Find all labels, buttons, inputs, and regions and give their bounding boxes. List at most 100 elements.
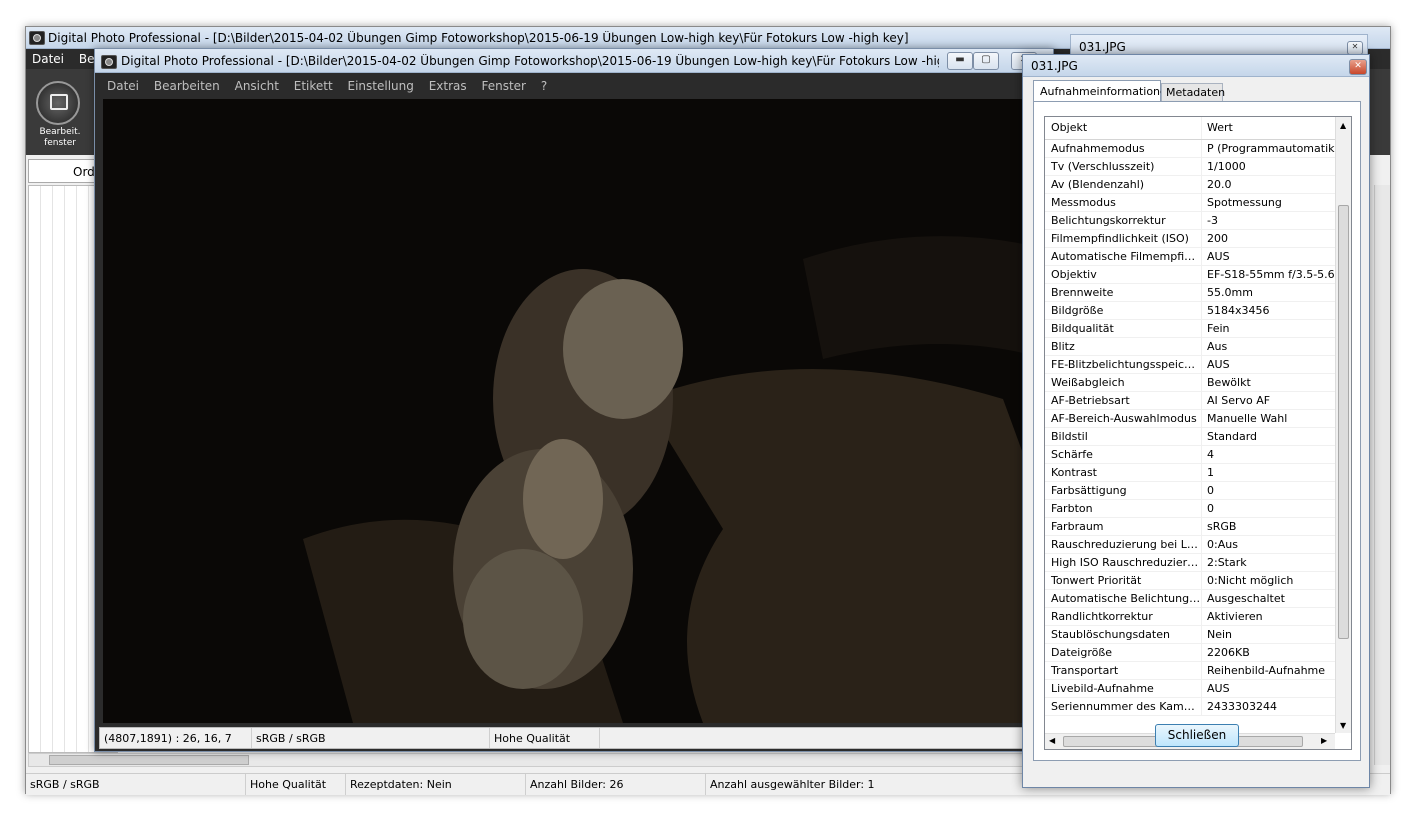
info-grid-header: Objekt Wert: [1045, 117, 1351, 140]
info-row-wert: 200: [1207, 232, 1228, 245]
back-dialog-close-button[interactable]: ✕: [1347, 41, 1363, 55]
info-row[interactable]: Kontrast 1: [1045, 464, 1351, 482]
info-row[interactable]: FE-Blitzbelichtungsspeicher... AUS: [1045, 356, 1351, 374]
info-row[interactable]: Dateigröße 2206KB: [1045, 644, 1351, 662]
scroll-down-arrow-icon[interactable]: ▼: [1340, 721, 1346, 730]
info-row[interactable]: Tv (Verschlusszeit) 1/1000: [1045, 158, 1351, 176]
main-status-selected: Anzahl ausgewählter Bilder: 1: [710, 778, 875, 791]
main-menu-datei[interactable]: Datei: [32, 52, 64, 66]
edit-menu-bearbeiten[interactable]: Bearbeiten: [154, 79, 220, 93]
tab-metadaten[interactable]: Metadaten: [1161, 83, 1226, 102]
info-row-objekt: AF-Betriebsart: [1045, 392, 1202, 409]
column-header-wert[interactable]: Wert: [1202, 117, 1347, 139]
info-row-wert: Reihenbild-Aufnahme: [1207, 664, 1326, 677]
info-row[interactable]: Farbton 0: [1045, 500, 1351, 518]
main-hscroll-thumb[interactable]: [49, 755, 249, 765]
info-row[interactable]: Blitz Aus: [1045, 338, 1351, 356]
minimize-button[interactable]: ▬: [947, 52, 973, 70]
info-row[interactable]: Bildgröße 5184x3456: [1045, 302, 1351, 320]
column-header-objekt[interactable]: Objekt: [1045, 117, 1202, 139]
info-dialog-close-button[interactable]: ✕: [1349, 59, 1367, 75]
info-row[interactable]: Bildqualität Fein: [1045, 320, 1351, 338]
info-vscroll-thumb[interactable]: [1338, 205, 1349, 639]
info-row-objekt: Aufnahmemodus: [1045, 140, 1202, 157]
info-row-objekt: Objektiv: [1045, 266, 1202, 283]
tab-metadaten-label: Metadaten: [1166, 86, 1226, 99]
info-row[interactable]: Seriennummer des Kamera... 2433303244: [1045, 698, 1351, 716]
info-row-wert: 20.0: [1207, 178, 1232, 191]
photo-canvas[interactable]: [103, 99, 1047, 723]
info-row-wert: 4: [1207, 448, 1214, 461]
info-row[interactable]: Objektiv EF-S18-55mm f/3.5-5.6 IS II: [1045, 266, 1351, 284]
info-row-objekt: Livebild-Aufnahme: [1045, 680, 1202, 697]
info-row-objekt: AF-Bereich-Auswahlmodus: [1045, 410, 1202, 427]
info-row-objekt: Weißabgleich: [1045, 374, 1202, 391]
tab-aufnahmeinformationen-label: Aufnahmeinformationen: [1040, 85, 1174, 98]
info-row[interactable]: Schärfe 4: [1045, 446, 1351, 464]
info-row[interactable]: Aufnahmemodus P (Programmautomatik): [1045, 140, 1351, 158]
scroll-up-arrow-icon[interactable]: ▲: [1340, 121, 1346, 130]
edit-menu-help[interactable]: ?: [541, 79, 547, 93]
maximize-button[interactable]: ▢: [973, 52, 999, 70]
info-row[interactable]: Livebild-Aufnahme AUS: [1045, 680, 1351, 698]
info-row[interactable]: Weißabgleich Bewölkt: [1045, 374, 1351, 392]
edit-menu-ansicht[interactable]: Ansicht: [235, 79, 279, 93]
edit-menu-datei[interactable]: Datei: [107, 79, 139, 93]
back-dialog-title: 031.JPG: [1079, 40, 1126, 54]
main-right-scrollbar[interactable]: [1374, 185, 1390, 765]
info-row-wert: Ausgeschaltet: [1207, 592, 1285, 605]
edit-window-tool-button[interactable]: [36, 81, 80, 125]
info-row-objekt: Automatische Belichtungso...: [1045, 590, 1202, 607]
info-row-objekt: Seriennummer des Kamera...: [1045, 698, 1202, 715]
info-row[interactable]: Automatische Filmempfindli... AUS: [1045, 248, 1351, 266]
info-row-objekt: Av (Blendenzahl): [1045, 176, 1202, 193]
info-row[interactable]: Automatische Belichtungso... Ausgeschalte…: [1045, 590, 1351, 608]
schliessen-button[interactable]: Schließen: [1155, 724, 1239, 747]
edit-menu-einstellung[interactable]: Einstellung: [348, 79, 414, 93]
scroll-left-arrow-icon[interactable]: ◀: [1049, 736, 1055, 745]
app-icon: [29, 31, 45, 45]
info-row-wert: AI Servo AF: [1207, 394, 1271, 407]
info-row[interactable]: Rauschreduzierung bei Lan... 0:Aus: [1045, 536, 1351, 554]
info-row-objekt: Dateigröße: [1045, 644, 1202, 661]
info-row[interactable]: Brennweite 55.0mm: [1045, 284, 1351, 302]
info-row[interactable]: Tonwert Priorität 0:Nicht möglich: [1045, 572, 1351, 590]
info-row-objekt: Blitz: [1045, 338, 1202, 355]
schliessen-button-label: Schließen: [1167, 728, 1227, 742]
edit-menu-fenster[interactable]: Fenster: [481, 79, 526, 93]
info-row[interactable]: Staublöschungsdaten Nein: [1045, 626, 1351, 644]
info-row[interactable]: AF-Betriebsart AI Servo AF: [1045, 392, 1351, 410]
info-grid: Objekt Wert Aufnahmemodus P (Programmauto…: [1044, 116, 1352, 750]
info-row-wert: Aktivieren: [1207, 610, 1263, 623]
info-row-wert: Aus: [1207, 340, 1228, 353]
info-row[interactable]: Randlichtkorrektur Aktivieren: [1045, 608, 1351, 626]
info-row[interactable]: Filmempfindlichkeit (ISO) 200: [1045, 230, 1351, 248]
info-row[interactable]: Farbraum sRGB: [1045, 518, 1351, 536]
edit-icon: [50, 94, 68, 110]
info-row-objekt: Tv (Verschlusszeit): [1045, 158, 1202, 175]
scroll-right-arrow-icon[interactable]: ▶: [1321, 736, 1327, 745]
tab-aufnahmeinformationen[interactable]: Aufnahmeinformationen: [1033, 80, 1174, 102]
edit-menu-etikett[interactable]: Etikett: [294, 79, 333, 93]
info-row[interactable]: High ISO Rauschreduzierung 2:Stark: [1045, 554, 1351, 572]
info-row[interactable]: Av (Blendenzahl) 20.0: [1045, 176, 1351, 194]
info-row[interactable]: Bildstil Standard: [1045, 428, 1351, 446]
info-grid-vscrollbar[interactable]: ▲ ▼: [1335, 117, 1351, 733]
info-row[interactable]: Farbsättigung 0: [1045, 482, 1351, 500]
info-dialog: 031.JPG ✕ Aufnahmeinformationen Metadate…: [1022, 54, 1370, 788]
edit-menubar: Datei Bearbeiten Ansicht Etikett Einstel…: [95, 73, 1053, 97]
info-row[interactable]: Belichtungskorrektur -3: [1045, 212, 1351, 230]
info-row-wert: P (Programmautomatik): [1207, 142, 1339, 155]
main-status-count: Anzahl Bilder: 26: [526, 774, 706, 795]
info-row-wert: 1: [1207, 466, 1214, 479]
info-row[interactable]: AF-Bereich-Auswahlmodus Manuelle Wahl: [1045, 410, 1351, 428]
info-row-wert: 0: [1207, 502, 1214, 515]
edit-menu-extras[interactable]: Extras: [429, 79, 467, 93]
main-status-color: sRGB / sRGB: [26, 774, 246, 795]
edit-window-tool-label: Bearbeit. fenster: [39, 127, 81, 148]
info-row[interactable]: Messmodus Spotmessung: [1045, 194, 1351, 212]
info-row-wert: 0:Nicht möglich: [1207, 574, 1294, 587]
edit-statusbar: (4807,1891) : 26, 16, 7 sRGB / sRGB Hohe…: [99, 727, 1051, 749]
info-row[interactable]: Transportart Reihenbild-Aufnahme: [1045, 662, 1351, 680]
info-row-objekt: Bildgröße: [1045, 302, 1202, 319]
